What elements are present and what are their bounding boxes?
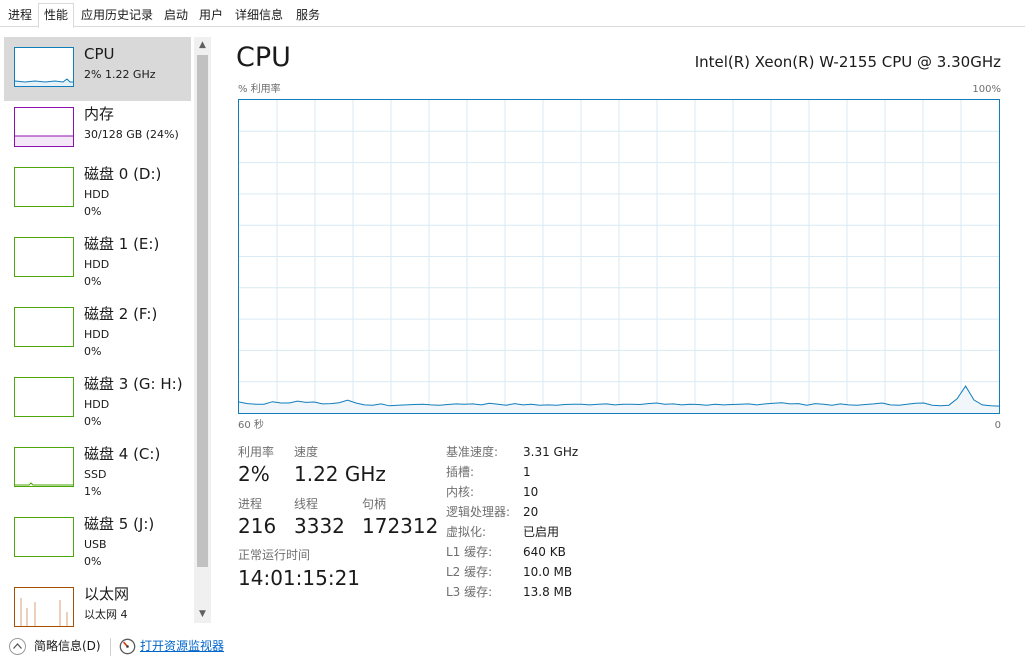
spec-label: 基准速度:	[446, 445, 499, 459]
sidebar-item-title: 磁盘 4 (C:)	[84, 445, 161, 463]
uptime-label: 正常运行时间	[238, 548, 311, 562]
sidebar-item-title: 磁盘 0 (D:)	[84, 165, 162, 183]
process-label: 进程	[238, 497, 263, 511]
footer-bar: 简略信息(D) 打开资源监视器	[0, 630, 1025, 671]
sidebar-item-usage: 0%	[84, 205, 102, 218]
scroll-up-icon[interactable]: ▲	[194, 37, 211, 54]
spec-value: 3.31 GHz	[523, 445, 579, 459]
fewer-details-button[interactable]: 简略信息(D)	[34, 639, 101, 654]
spec-value: 10.0 MB	[523, 565, 573, 579]
spec-value: 13.8 MB	[523, 585, 573, 599]
sidebar-item-type: HDD	[84, 188, 110, 201]
sidebar-item-detail: 30/128 GB (24%)	[84, 128, 179, 141]
page-title: CPU	[236, 42, 291, 73]
tab-users[interactable]: 用户	[195, 3, 227, 27]
spec-value: 640 KB	[523, 545, 566, 559]
resource-sidebar: CPU 2% 1.22 GHz 内存 30/128 GB (24%) 磁盘 0 …	[0, 33, 212, 627]
graph-time-end: 0	[994, 420, 1001, 431]
graph-y-label: % 利用率	[238, 84, 281, 95]
sidebar-item-ethernet[interactable]: 以太网 以太网 4	[4, 577, 191, 627]
graph-y-max: 100%	[972, 84, 1001, 95]
sidebar-item-type: SSD	[84, 468, 107, 481]
sidebar-item-usage: 0%	[84, 345, 102, 358]
handle-label: 句柄	[362, 497, 387, 511]
sidebar-item-usage: 0%	[84, 555, 102, 568]
sidebar-item-title: CPU	[84, 45, 115, 63]
memory-thumbnail-graph	[14, 107, 74, 147]
util-value: 2%	[238, 462, 270, 486]
sidebar-item-type: HDD	[84, 258, 110, 271]
spec-label: L2 缓存:	[446, 565, 493, 579]
sidebar-item-type: USB	[84, 538, 107, 551]
sidebar-item-disk-2[interactable]: 磁盘 2 (F:) HDD 0%	[4, 297, 191, 361]
cpu-usage-chart	[239, 100, 999, 413]
sidebar-item-usage: 0%	[84, 415, 102, 428]
disk-thumbnail-graph	[14, 307, 74, 347]
tab-details[interactable]: 详细信息	[230, 3, 288, 27]
process-value: 216	[238, 514, 277, 538]
collapse-chevron-up-icon[interactable]	[9, 638, 26, 655]
graph-time-span: 60 秒	[238, 420, 264, 431]
spec-value: 10	[523, 485, 539, 499]
sidebar-scrollbar[interactable]: ▲ ▼	[194, 37, 211, 623]
sidebar-item-title: 磁盘 5 (J:)	[84, 515, 155, 533]
disk-thumbnail-graph	[14, 377, 74, 417]
tab-performance[interactable]: 性能	[38, 3, 74, 28]
disk-thumbnail-graph	[14, 517, 74, 557]
sidebar-item-title: 磁盘 1 (E:)	[84, 235, 160, 253]
scroll-down-icon[interactable]: ▼	[194, 606, 211, 623]
spec-label: 虚拟化:	[446, 525, 487, 539]
spec-label: 内核:	[446, 485, 475, 499]
spec-value: 已启用	[523, 525, 560, 539]
spec-label: 插槽:	[446, 465, 475, 479]
spec-label: 逻辑处理器:	[446, 505, 511, 519]
tab-services[interactable]: 服务	[291, 3, 325, 27]
cpu-usage-graph	[238, 99, 1000, 414]
resource-monitor-icon	[119, 638, 136, 655]
thread-label: 线程	[294, 497, 319, 511]
util-label: 利用率	[238, 445, 275, 459]
cpu-thumbnail-graph	[14, 47, 74, 87]
sidebar-item-title: 内存	[84, 105, 115, 123]
speed-value: 1.22 GHz	[294, 462, 386, 486]
handle-value: 172312	[362, 514, 439, 538]
sidebar-item-disk-3[interactable]: 磁盘 3 (G: H:) HDD 0%	[4, 367, 191, 431]
sidebar-item-type: HDD	[84, 398, 110, 411]
spec-value: 1	[523, 465, 531, 479]
sidebar-item-title: 以太网	[84, 585, 130, 603]
sidebar-item-disk-1[interactable]: 磁盘 1 (E:) HDD 0%	[4, 227, 191, 291]
speed-label: 速度	[294, 445, 319, 459]
footer-divider	[110, 638, 111, 656]
tab-app-history[interactable]: 应用历史记录	[76, 3, 158, 27]
spec-label: L1 缓存:	[446, 545, 493, 559]
uptime-value: 14:01:15:21	[238, 566, 361, 590]
disk-thumbnail-graph	[14, 447, 74, 487]
sidebar-item-usage: 1%	[84, 485, 102, 498]
spec-label: L3 缓存:	[446, 585, 493, 599]
tab-processes[interactable]: 进程	[4, 3, 36, 27]
scroll-thumb[interactable]	[197, 55, 208, 567]
sidebar-item-type: HDD	[84, 328, 110, 341]
sidebar-item-detail: 以太网 4	[84, 608, 128, 621]
sidebar-item-disk-4[interactable]: 磁盘 4 (C:) SSD 1%	[4, 437, 191, 501]
sidebar-item-cpu[interactable]: CPU 2% 1.22 GHz	[4, 37, 191, 101]
spec-value: 20	[523, 505, 539, 519]
sidebar-item-disk-0[interactable]: 磁盘 0 (D:) HDD 0%	[4, 157, 191, 221]
sidebar-item-memory[interactable]: 内存 30/128 GB (24%)	[4, 97, 191, 161]
sidebar-item-title: 磁盘 2 (F:)	[84, 305, 158, 323]
disk-thumbnail-graph	[14, 167, 74, 207]
sidebar-item-detail: 2% 1.22 GHz	[84, 68, 156, 81]
disk-thumbnail-graph	[14, 237, 74, 277]
sidebar-item-disk-5[interactable]: 磁盘 5 (J:) USB 0%	[4, 507, 191, 571]
tab-startup[interactable]: 启动	[160, 3, 192, 27]
ethernet-thumbnail-graph	[14, 587, 74, 627]
sidebar-item-title: 磁盘 3 (G: H:)	[84, 375, 183, 393]
sidebar-item-usage: 0%	[84, 275, 102, 288]
cpu-model-name: Intel(R) Xeon(R) W-2155 CPU @ 3.30GHz	[694, 53, 1001, 71]
thread-value: 3332	[294, 514, 345, 538]
tab-bar: 进程 性能 应用历史记录 启动 用户 详细信息 服务	[0, 0, 1025, 28]
open-resource-monitor-link[interactable]: 打开资源监视器	[140, 639, 224, 654]
